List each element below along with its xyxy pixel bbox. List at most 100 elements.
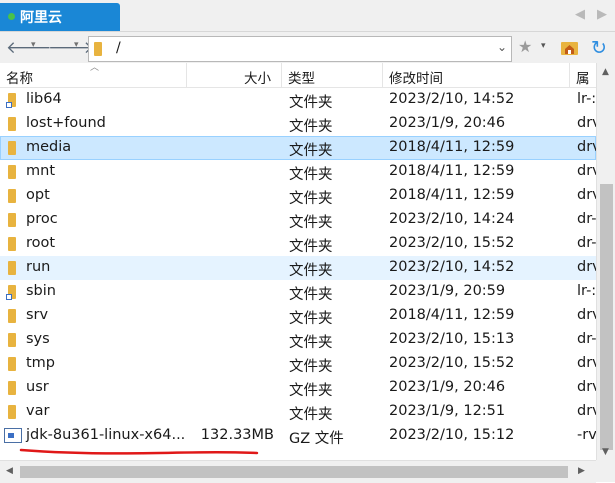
bookmark-star-icon[interactable]: ★: [518, 37, 532, 56]
file-modified: 2023/2/10, 15:12: [389, 427, 515, 443]
file-row[interactable]: var 文件夹 2023/1/9, 12:51 drv: [0, 400, 596, 424]
file-attributes: drv: [577, 187, 596, 203]
file-modified: 2018/4/11, 12:59: [389, 163, 515, 179]
file-row[interactable]: lost+found 文件夹 2023/1/9, 20:46 drv: [0, 112, 596, 136]
file-type: 文件夹: [289, 311, 333, 327]
column-divider[interactable]: [281, 63, 282, 87]
path-input[interactable]: / ⌄: [88, 36, 512, 62]
column-divider[interactable]: [186, 63, 187, 87]
scroll-down-icon[interactable]: ▼: [602, 447, 609, 457]
file-name: proc: [26, 211, 58, 227]
tab-title: 阿里云: [20, 10, 62, 26]
vertical-scroll-thumb[interactable]: [600, 184, 613, 450]
folder-icon: [8, 357, 16, 371]
tab-aliyun[interactable]: 阿里云: [0, 3, 120, 31]
refresh-icon[interactable]: ↻: [588, 37, 610, 59]
column-divider[interactable]: [382, 63, 383, 87]
file-modified: 2023/2/10, 15:52: [389, 355, 515, 371]
file-attributes: drv: [577, 259, 596, 275]
file-modified: 2023/1/9, 20:46: [389, 379, 506, 395]
file-attributes: drv: [577, 115, 596, 131]
file-row[interactable]: srv 文件夹 2018/4/11, 12:59 drv: [0, 304, 596, 328]
file-row[interactable]: media 文件夹 2018/4/11, 12:59 drv: [0, 136, 596, 160]
file-attributes: dr-: [577, 211, 596, 227]
red-underline-annotation: [19, 448, 259, 455]
file-attributes: drv: [577, 163, 596, 179]
file-row[interactable]: tmp 文件夹 2023/2/10, 15:52 drv: [0, 352, 596, 376]
file-name: sbin: [26, 283, 56, 299]
folder-icon: [8, 261, 16, 275]
file-row[interactable]: lib64 文件夹 2023/2/10, 14:52 lr-:: [0, 88, 596, 112]
file-type: 文件夹: [289, 167, 333, 183]
scroll-left-icon[interactable]: ◀: [6, 466, 13, 476]
file-list: lib64 文件夹 2023/2/10, 14:52 lr-: lost+found 文件…: [0, 88, 596, 460]
back-arrow-icon[interactable]: 🡐: [6, 37, 52, 59]
file-name: mnt: [26, 163, 55, 179]
file-row[interactable]: root 文件夹 2023/2/10, 15:52 dr-: [0, 232, 596, 256]
file-modified: 2018/4/11, 12:59: [389, 307, 515, 323]
file-row[interactable]: usr 文件夹 2023/1/9, 20:46 drv: [0, 376, 596, 400]
sort-ascending-icon: ︿: [90, 63, 100, 73]
bookmark-caret-icon[interactable]: ▾: [541, 41, 546, 51]
folder-icon: [8, 333, 16, 347]
home-folder-icon[interactable]: [560, 39, 579, 56]
file-name: sys: [26, 331, 50, 347]
archive-file-icon: [4, 428, 22, 443]
tab-scroll-left-icon[interactable]: ◀: [572, 6, 588, 24]
forward-arrow-icon[interactable]: 🡒: [48, 37, 94, 59]
folder-icon: [8, 309, 16, 323]
back-history-caret-icon[interactable]: ▾: [31, 40, 36, 50]
column-type[interactable]: 类型: [288, 67, 315, 87]
file-row[interactable]: opt 文件夹 2018/4/11, 12:59 drv: [0, 184, 596, 208]
file-name: run: [26, 259, 51, 275]
column-header: ︿ 名称 大小 类型 修改时间 属: [0, 63, 615, 88]
file-type: 文件夹: [289, 335, 333, 351]
file-type: 文件夹: [289, 359, 333, 375]
file-row[interactable]: run 文件夹 2023/2/10, 14:52 drv: [0, 256, 596, 280]
file-type: GZ 文件: [289, 431, 344, 447]
file-row[interactable]: jdk-8u361-linux-x64... 132.33MB GZ 文件 2023/…: [0, 424, 596, 448]
file-type: 文件夹: [289, 143, 333, 159]
connected-status-icon: [8, 13, 15, 20]
file-attributes: drv: [577, 355, 596, 371]
file-name: media: [26, 139, 72, 155]
file-name: jdk-8u361-linux-x64...: [26, 427, 186, 443]
column-attributes[interactable]: 属: [576, 67, 590, 87]
scroll-up-icon[interactable]: ▲: [602, 67, 609, 77]
file-type: 文件夹: [289, 263, 333, 279]
horizontal-scroll-thumb[interactable]: [20, 466, 568, 478]
folder-icon: [8, 381, 16, 395]
folder-icon: [8, 405, 16, 419]
folder-icon: [8, 117, 16, 131]
file-row[interactable]: proc 文件夹 2023/2/10, 14:24 dr-: [0, 208, 596, 232]
file-attributes: lr-:: [577, 91, 596, 107]
file-row[interactable]: mnt 文件夹 2018/4/11, 12:59 drv: [0, 160, 596, 184]
file-type: 文件夹: [289, 407, 333, 423]
file-row[interactable]: sys 文件夹 2023/2/10, 15:13 dr-: [0, 328, 596, 352]
file-modified: 2023/2/10, 15:52: [389, 235, 515, 251]
path-dropdown-icon[interactable]: ⌄: [497, 40, 507, 54]
vertical-scrollbar[interactable]: ▲ ▼: [596, 63, 615, 460]
folder-symlink-icon: [6, 285, 16, 300]
file-attributes: drv: [577, 307, 596, 323]
column-name[interactable]: 名称: [6, 67, 33, 87]
folder-icon: [8, 213, 16, 227]
file-modified: 2018/4/11, 12:59: [389, 187, 515, 203]
file-row[interactable]: sbin 文件夹 2023/1/9, 20:59 lr-:: [0, 280, 596, 304]
folder-symlink-icon: [6, 93, 16, 108]
forward-history-caret-icon[interactable]: ▾: [74, 40, 79, 50]
scroll-right-icon[interactable]: ▶: [578, 466, 585, 476]
file-type: 文件夹: [289, 215, 333, 231]
folder-icon: [8, 189, 16, 203]
column-size[interactable]: 大小: [244, 67, 271, 87]
file-modified: 2023/1/9, 12:51: [389, 403, 506, 419]
file-name: lost+found: [26, 115, 106, 131]
tab-scroll-right-icon[interactable]: ▶: [594, 6, 610, 24]
column-modified[interactable]: 修改时间: [389, 67, 443, 87]
file-modified: 2023/2/10, 14:52: [389, 91, 515, 107]
column-divider[interactable]: [569, 63, 570, 87]
horizontal-scrollbar[interactable]: ◀ ▶: [0, 460, 596, 483]
file-attributes: -rv: [577, 427, 596, 443]
file-type: 文件夹: [289, 95, 333, 111]
folder-icon: [8, 165, 16, 179]
